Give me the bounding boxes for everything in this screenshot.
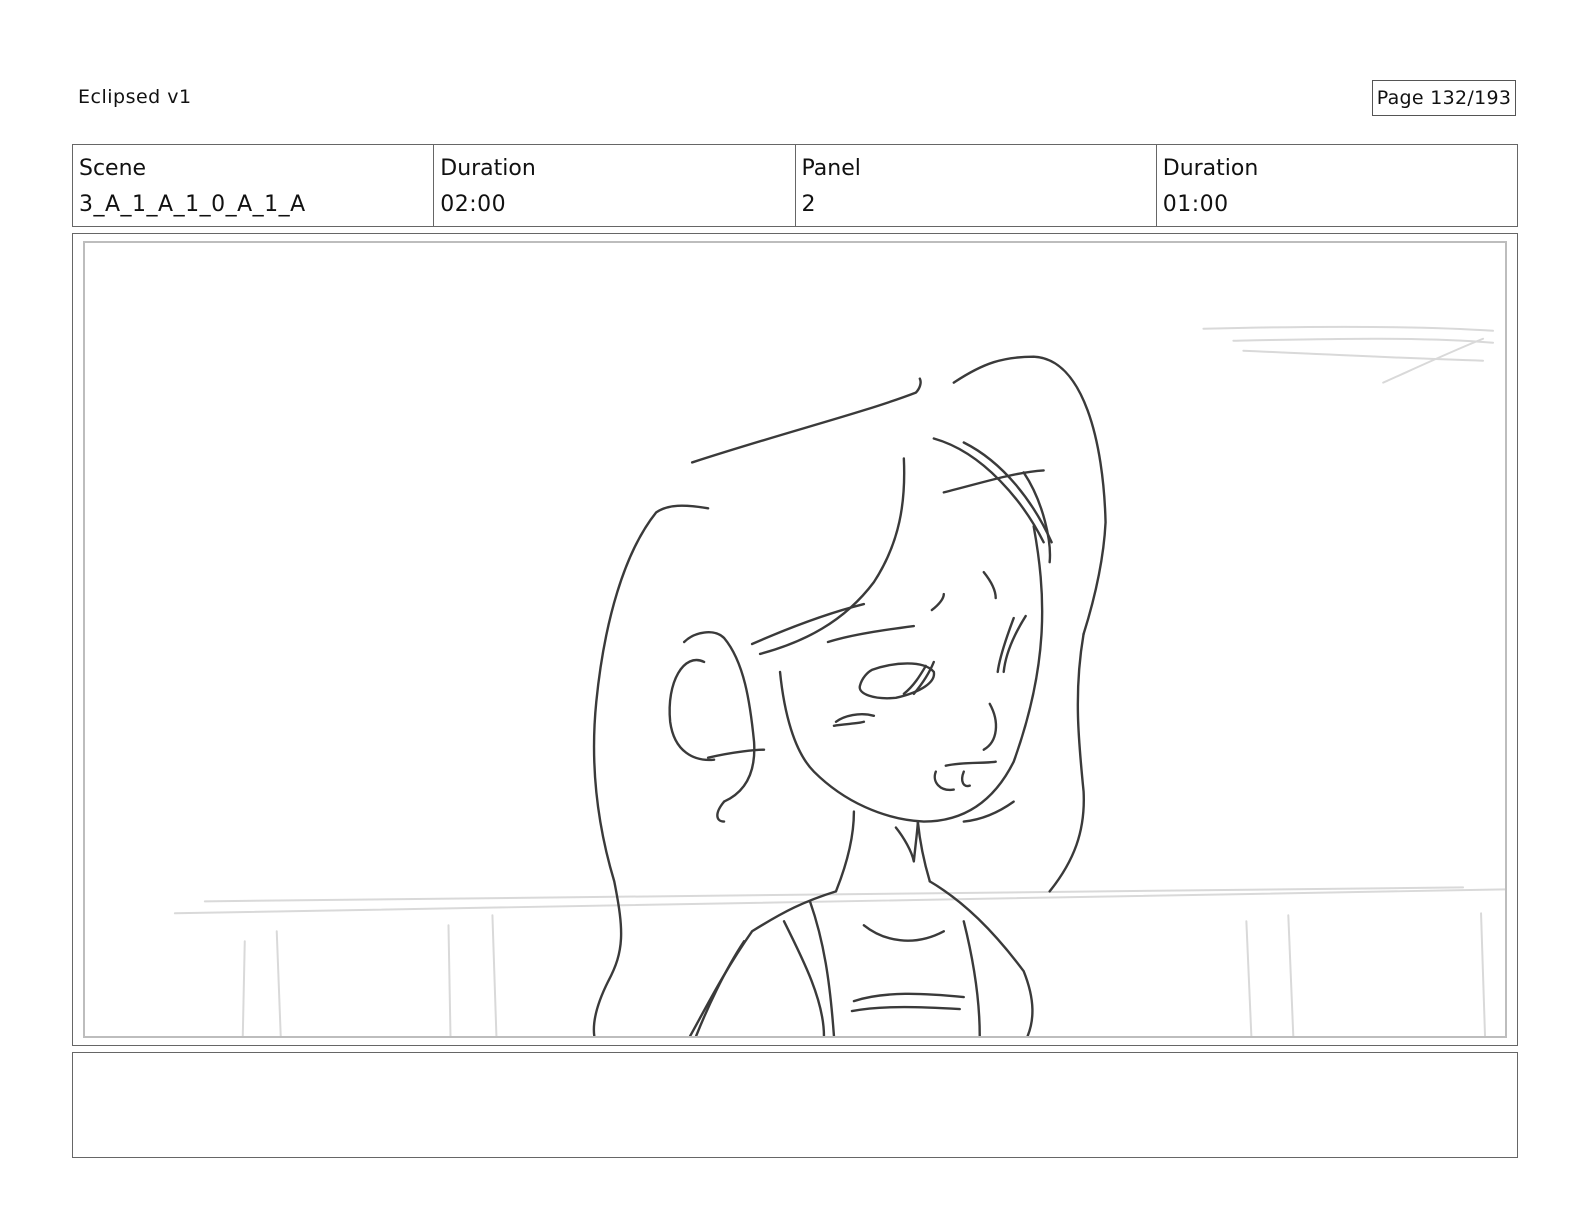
panel-notes-box <box>72 1052 1518 1158</box>
panel-duration-label: Duration <box>1162 156 1259 181</box>
scene-duration-label: Duration <box>440 156 536 181</box>
character-sketch-drawing <box>173 325 1505 1036</box>
scene-duration-value: 02:00 <box>440 192 507 217</box>
scene-value: 3_A_1_A_1_0_A_1_A <box>79 192 306 217</box>
panel-value: 2 <box>801 192 816 217</box>
scene-duration-cell: Duration 02:00 <box>434 145 796 226</box>
character-sketch <box>592 355 1107 1036</box>
scene-label: Scene <box>79 156 147 181</box>
storyboard-panel-image <box>83 241 1507 1038</box>
storyboard-panel-frame <box>72 233 1518 1046</box>
panel-cell: Panel 2 <box>796 145 1157 226</box>
project-title: Eclipsed v1 <box>78 86 192 108</box>
background-sketch <box>173 325 1505 1036</box>
panel-info-table: Scene 3_A_1_A_1_0_A_1_A Duration 02:00 P… <box>72 144 1518 227</box>
scene-cell: Scene 3_A_1_A_1_0_A_1_A <box>73 145 435 226</box>
panel-duration-cell: Duration 01:00 <box>1157 145 1517 226</box>
page-indicator: Page 132/193 <box>1372 80 1516 116</box>
panel-duration-value: 01:00 <box>1162 192 1229 217</box>
panel-label: Panel <box>801 156 861 181</box>
